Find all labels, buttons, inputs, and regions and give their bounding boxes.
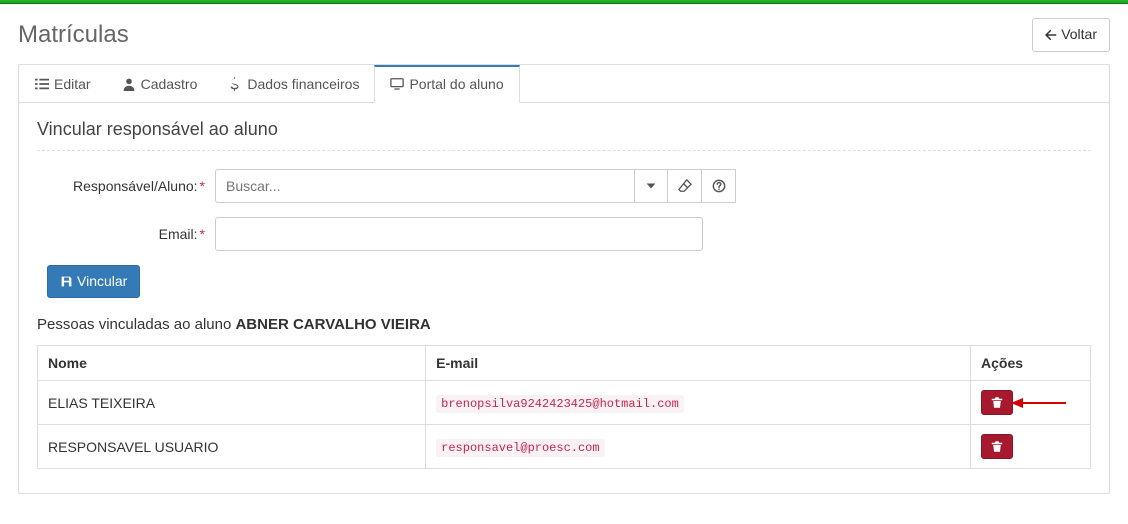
responsible-row: Responsável/Aluno:* <box>37 169 1091 203</box>
eraser-icon <box>678 179 692 193</box>
tab-finance-label: Dados financeiros <box>247 76 359 92</box>
responsible-clear-button[interactable] <box>668 169 702 203</box>
tab-portal-label: Portal do aluno <box>409 76 503 92</box>
linked-heading-prefix: Pessoas vinculadas ao aluno <box>37 316 235 333</box>
tab-finance[interactable]: Dados financeiros <box>212 65 375 103</box>
email-field[interactable] <box>215 217 703 251</box>
main-panel: Editar Cadastro Dados financeiros Portal… <box>18 64 1110 495</box>
help-icon <box>712 179 726 193</box>
delete-button[interactable] <box>981 390 1013 415</box>
dollar-icon <box>228 77 242 91</box>
link-button-row: Vincular <box>47 265 1091 299</box>
row-email: brenopsilva9242423425@hotmail.com <box>426 381 971 425</box>
email-code: responsavel@proesc.com <box>436 439 604 457</box>
col-name: Nome <box>38 346 426 381</box>
section-divider <box>37 150 1091 151</box>
page-header: Matrículas Voltar <box>18 18 1110 52</box>
trash-icon <box>991 440 1003 453</box>
back-button[interactable]: Voltar <box>1032 18 1110 52</box>
tab-body: Vincular responsável ao aluno Responsáve… <box>19 103 1109 494</box>
required-asterisk: * <box>200 178 205 194</box>
required-asterisk: * <box>200 226 205 242</box>
section-title: Vincular responsável ao aluno <box>37 119 1091 140</box>
linked-heading: Pessoas vinculadas ao aluno ABNER CARVAL… <box>37 316 1091 333</box>
save-icon <box>60 275 73 288</box>
row-name: RESPONSAVEL USUARIO <box>38 425 426 469</box>
email-code: brenopsilva9242423425@hotmail.com <box>436 395 684 413</box>
responsible-combo <box>215 169 736 203</box>
delete-button[interactable] <box>981 434 1013 459</box>
responsible-search-input[interactable] <box>215 169 635 203</box>
chevron-down-icon <box>646 181 656 191</box>
responsible-help-button[interactable] <box>702 169 736 203</box>
link-button-label: Vincular <box>77 272 127 292</box>
email-label: Email:* <box>37 226 215 242</box>
arrow-left-icon <box>1045 29 1057 41</box>
row-name: ELIAS TEIXEIRA <box>38 381 426 425</box>
row-email: responsavel@proesc.com <box>426 425 971 469</box>
annotation-arrow <box>1011 395 1066 411</box>
linked-table: Nome E-mail Ações ELIAS TEIXEIRA brenops… <box>37 345 1091 469</box>
tab-portal[interactable]: Portal do aluno <box>374 65 519 103</box>
col-actions: Ações <box>971 346 1091 381</box>
linked-student-name: ABNER CARVALHO VIEIRA <box>235 316 430 333</box>
responsible-label: Responsável/Aluno:* <box>37 178 215 194</box>
responsible-dropdown-toggle[interactable] <box>634 169 668 203</box>
tab-edit-label: Editar <box>54 76 91 92</box>
row-actions <box>971 425 1091 469</box>
table-row: ELIAS TEIXEIRA brenopsilva9242423425@hot… <box>38 381 1091 425</box>
tab-edit[interactable]: Editar <box>19 65 107 103</box>
page-container: Matrículas Voltar Editar Cadastro <box>0 4 1128 524</box>
col-email: E-mail <box>426 346 971 381</box>
email-label-text: Email: <box>159 226 198 242</box>
page-title: Matrículas <box>18 21 1032 49</box>
table-row: RESPONSAVEL USUARIO responsavel@proesc.c… <box>38 425 1091 469</box>
link-button[interactable]: Vincular <box>47 265 140 299</box>
back-button-label: Voltar <box>1061 25 1097 45</box>
tab-register-label: Cadastro <box>141 76 198 92</box>
row-actions <box>971 381 1091 425</box>
trash-icon <box>991 396 1003 409</box>
tabs: Editar Cadastro Dados financeiros Portal… <box>19 65 1109 103</box>
email-input-wrap <box>215 217 703 251</box>
responsible-label-text: Responsável/Aluno: <box>73 178 198 194</box>
list-icon <box>35 77 49 91</box>
user-icon <box>122 77 136 91</box>
email-row: Email:* <box>37 217 1091 251</box>
monitor-icon <box>390 77 404 91</box>
tab-register[interactable]: Cadastro <box>106 65 214 103</box>
